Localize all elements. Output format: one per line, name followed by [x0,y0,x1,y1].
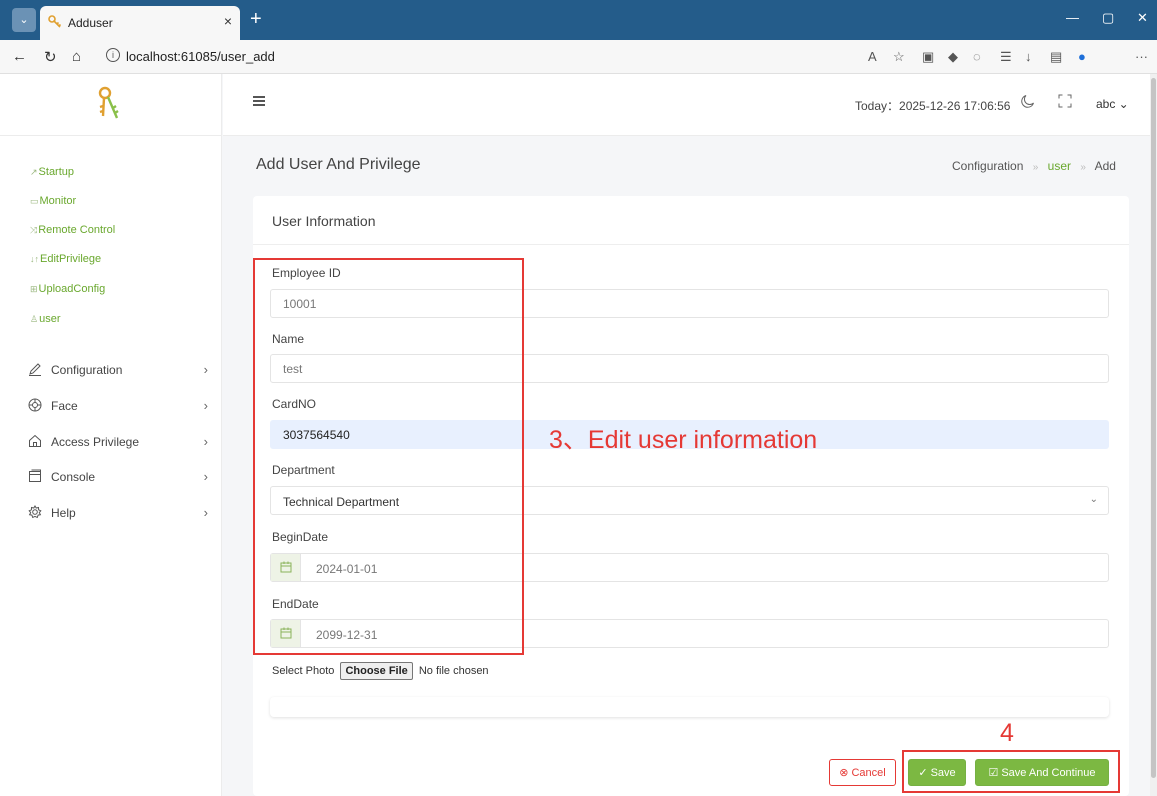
tab-close-icon[interactable]: × [224,13,232,29]
close-window-icon[interactable]: ✕ [1137,10,1148,26]
today-datetime: Today：2025-12-26 17:06:56 [855,99,1011,113]
user-menu[interactable]: abc ⌄ [1096,97,1129,111]
upload-config-icon: ⊞ [30,284,38,294]
annotation-step3: 3、Edit user information [549,426,818,454]
refresh-icon[interactable]: ↻ [44,48,57,66]
read-aloud-icon[interactable]: A [868,49,877,64]
more-menu-icon[interactable]: ··· [1135,49,1148,64]
address-bar-row: ← ↻ ⌂ i localhost:61085/user_add A ☆ ▣ ◆… [0,40,1157,74]
annotation-box-buttons [902,750,1120,793]
card-header: User Information [253,196,1129,245]
fullscreen-icon[interactable] [1058,94,1072,108]
remote-control-icon: ⤨ [30,225,38,235]
chevron-right-icon: › [203,505,208,520]
annotation-step4: 4 [1000,719,1014,747]
breadcrumb-configuration[interactable]: Configuration [952,159,1023,173]
cancel-button[interactable]: ⊗ Cancel [829,759,896,786]
url-field[interactable]: i localhost:61085/user_add [100,46,860,68]
tab-actions-menu[interactable]: ⌄ [12,8,36,32]
breadcrumb-separator: » [1080,162,1086,173]
select-photo-label: Select Photo [272,665,335,677]
tab-title: Adduser [68,16,113,30]
maximize-icon[interactable]: ▢ [1102,10,1114,26]
menu-label: Help [51,506,76,520]
browser-tab[interactable]: Adduser × [40,6,240,40]
app-header: Today：2025-12-26 17:06:56 abc ⌄ [223,74,1157,136]
breadcrumb-user[interactable]: user [1048,159,1071,173]
keys-favicon-icon [48,15,62,28]
gear-icon [28,505,42,519]
scrollbar-thumb[interactable] [1151,78,1156,778]
extension-icon[interactable]: ▣ [922,49,934,65]
breadcrumb-separator: » [1032,162,1039,173]
menu-item-console[interactable]: Console › [28,469,210,489]
browser-tab-bar: ⌄ Adduser × + — ▢ ✕ [0,0,1157,40]
keys-logo-icon [98,86,119,119]
home-icon[interactable]: ⌂ [72,48,81,65]
breadcrumb: Configuration » user » Add [952,159,1116,173]
menu-item-face[interactable]: Face › [28,398,210,418]
sidebar-item-label: UploadConfig [38,283,106,295]
sidebar-item-user[interactable]: ♙user [30,313,60,325]
sidebar-item-startup[interactable]: ↗Startup [30,166,74,178]
sidebar-item-editprivilege[interactable]: ↓↑EditPrivilege [30,253,101,265]
chevron-right-icon: › [203,398,208,413]
page-title: Add User And Privilege [256,156,421,173]
menu-item-access-privilege[interactable]: Access Privilege › [28,434,210,454]
chevron-right-icon: › [203,469,208,484]
annotation-box-form [253,258,524,655]
sidebar-item-label: Monitor [39,195,77,207]
sidebar-item-label: Remote Control [38,224,116,236]
logo-area [0,74,222,136]
cancel-circle-icon: ⊗ [839,767,849,779]
extension-leaf-icon[interactable]: ◆ [948,49,958,65]
edit-privilege-icon: ↓↑ [30,254,39,264]
startup-icon: ↗ [30,167,38,177]
pencil-icon [29,363,41,376]
menu-item-configuration[interactable]: Configuration › [28,362,210,382]
menu-item-help[interactable]: Help › [28,505,210,525]
menu-label: Face [51,399,78,413]
menu-label: Access Privilege [51,435,140,449]
choose-file-button[interactable]: Choose File [340,662,413,680]
chevron-right-icon: › [203,362,208,377]
sidebar-item-label: EditPrivilege [40,253,102,265]
home-icon [29,434,41,447]
info-icon[interactable]: i [106,48,120,62]
photo-preview-area [270,697,1109,717]
chevron-right-icon: › [203,434,208,449]
url-text: localhost:61085/user_add [126,49,275,64]
hamburger-menu-icon[interactable] [253,96,265,106]
menu-label: Console [51,470,96,484]
downloads-icon[interactable]: ↓ [1025,49,1032,64]
sidebar-item-uploadconfig[interactable]: ⊞UploadConfig [30,283,105,295]
new-tab-button[interactable]: + [250,8,262,30]
sidebar-item-monitor[interactable]: ▭Monitor [30,195,76,207]
favorite-star-icon[interactable]: ☆ [893,49,905,65]
page-scrollbar[interactable] [1150,74,1157,796]
card-title: User Information [272,213,376,229]
sidebar-item-label: user [39,313,61,325]
favorites-icon[interactable]: ☰ [1000,49,1012,65]
cancel-label: Cancel [851,767,886,779]
sidebar-item-remote-control[interactable]: ⤨Remote Control [30,224,115,236]
select-photo-row: Select Photo Choose File No file chosen [272,662,489,680]
monitor-icon: ▭ [30,196,39,206]
moon-theme-icon[interactable] [1021,94,1035,108]
console-icon [29,469,41,482]
breadcrumb-add: Add [1094,159,1116,173]
menu-label: Configuration [51,363,123,377]
chevron-down-icon: ⌄ [1089,494,1098,505]
back-arrow-icon[interactable]: ← [12,48,27,65]
minimize-icon[interactable]: — [1066,10,1079,25]
profile-icon[interactable]: ● [1078,49,1086,64]
user-icon: ♙ [30,314,39,324]
sidebar-item-label: Startup [38,166,75,178]
face-icon [28,398,42,412]
browser-essentials-icon[interactable]: ▤ [1050,49,1062,65]
no-file-text: No file chosen [418,665,489,677]
copilot-icon[interactable]: ◌ [973,49,981,64]
